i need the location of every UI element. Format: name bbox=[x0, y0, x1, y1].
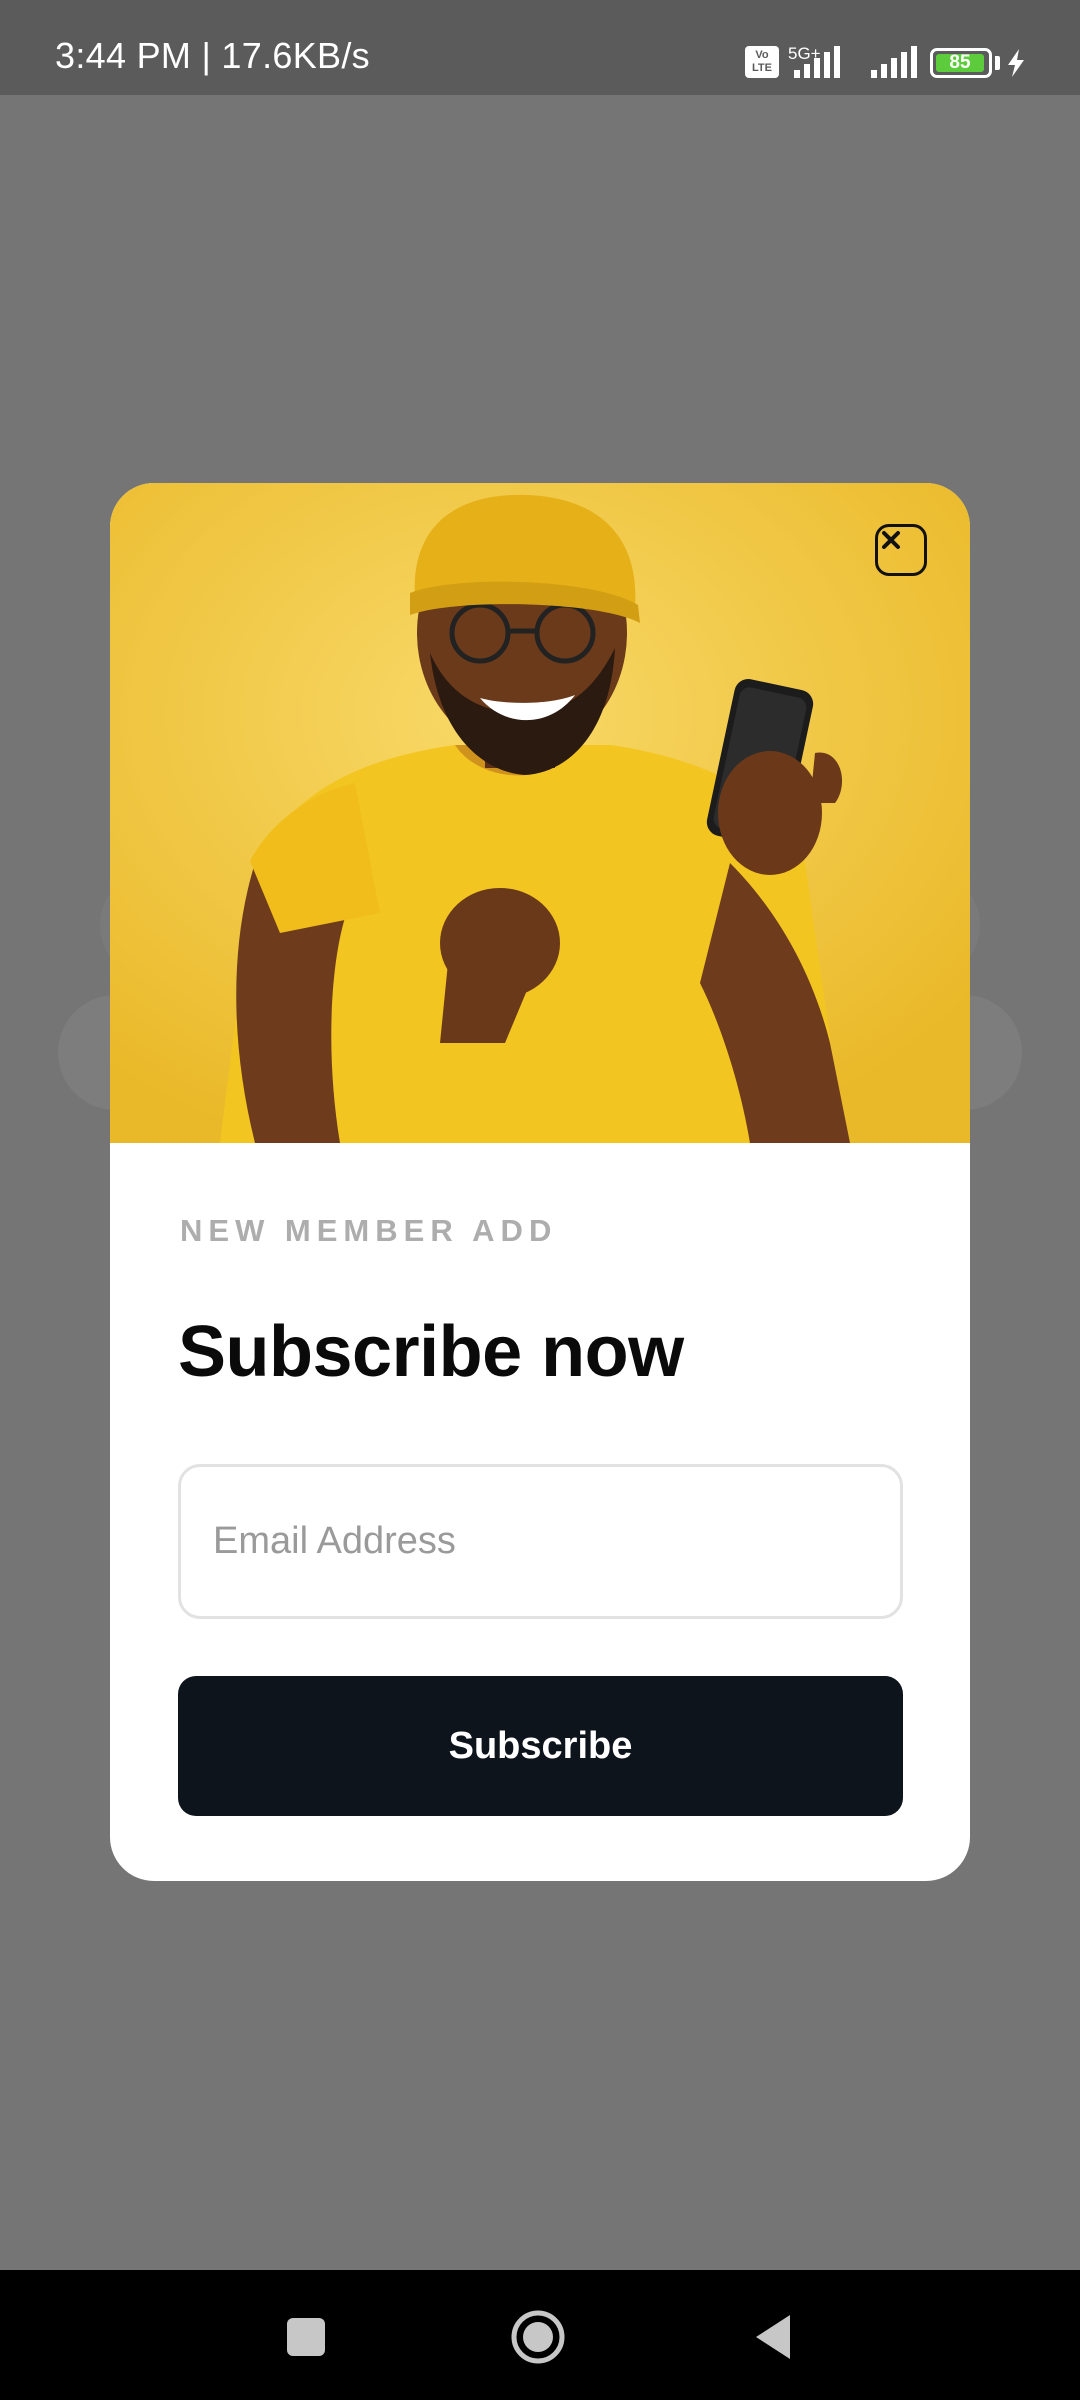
home-icon[interactable] bbox=[508, 2307, 568, 2367]
battery-nub bbox=[995, 56, 1000, 70]
recent-apps-icon[interactable] bbox=[276, 2307, 336, 2367]
hero-illustration bbox=[110, 483, 970, 1143]
hero-image bbox=[110, 483, 970, 1143]
modal-title: Subscribe now bbox=[178, 1312, 684, 1392]
navigation-bar bbox=[0, 2270, 1080, 2400]
volte-icon: Vo LTE bbox=[745, 46, 779, 78]
close-button[interactable] bbox=[875, 524, 927, 576]
signal-icon bbox=[794, 46, 840, 78]
charging-icon bbox=[1008, 49, 1024, 77]
status-bar: 3:44 PM | 17.6KB/s Vo LTE 5G+ 85 bbox=[0, 0, 1080, 95]
status-icons: Vo LTE 5G+ 85 bbox=[0, 0, 1080, 95]
battery-icon: 85 bbox=[930, 48, 992, 78]
close-icon bbox=[882, 531, 900, 549]
subscribe-button[interactable]: Subscribe bbox=[178, 1676, 903, 1816]
signal-icon-2 bbox=[871, 46, 917, 78]
subscribe-modal: NEW MEMBER ADD Subscribe now Subscribe bbox=[110, 483, 970, 1881]
eyebrow-label: NEW MEMBER ADD bbox=[180, 1213, 558, 1248]
battery-percent: 85 bbox=[949, 52, 971, 73]
back-icon[interactable] bbox=[746, 2307, 806, 2367]
email-input[interactable] bbox=[178, 1464, 903, 1619]
